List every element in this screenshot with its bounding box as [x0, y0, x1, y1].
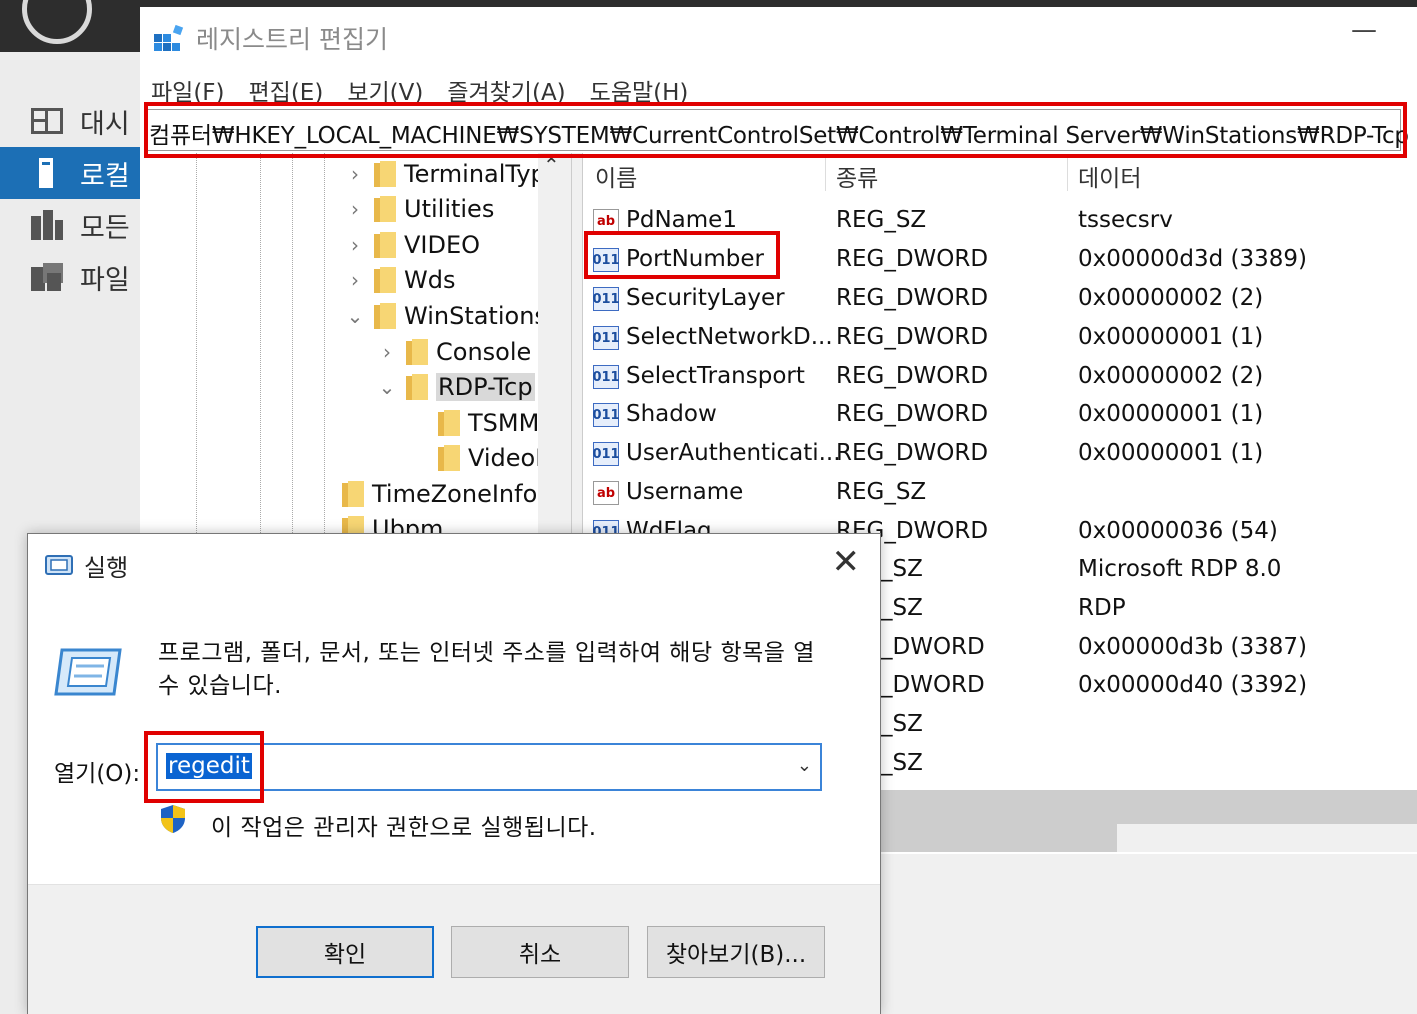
collapse-icon[interactable]: ⌄: [374, 375, 400, 399]
expand-icon[interactable]: ›: [342, 233, 368, 257]
list-item[interactable]: 011 SelectTransport REG_DWORD 0x00000002…: [583, 358, 1417, 396]
binary-value-icon: 011: [592, 403, 620, 427]
binary-value-icon: 011: [592, 326, 620, 350]
shield-icon: [161, 805, 185, 833]
list-item[interactable]: ab Username REG_SZ: [583, 474, 1417, 512]
tree-node[interactable]: TimeZoneInformation: [310, 476, 571, 512]
binary-value-icon: 011: [592, 365, 620, 389]
tree-node[interactable]: › Utilities: [342, 191, 494, 227]
binary-value-icon: 011: [592, 287, 620, 311]
tree-node[interactable]: › TerminalTyp: [342, 156, 546, 192]
column-separator[interactable]: [1067, 157, 1068, 191]
tree-node[interactable]: ⌄ WinStations: [342, 298, 547, 334]
open-input[interactable]: regedit ⌄: [156, 743, 822, 791]
sidebar-item-label: 파일: [80, 264, 130, 296]
scroll-up-icon[interactable]: ⌃: [543, 153, 560, 177]
menu-bar: 파일(F) 편집(E) 보기(V) 즐겨찾기(A) 도움말(H): [140, 69, 1417, 107]
folder-icon: [374, 161, 396, 187]
dialog-footer: 확인 취소 찾아보기(B)...: [28, 884, 880, 1014]
dialog-title: 실행: [84, 554, 129, 582]
sidebar-item-label: 대시: [80, 108, 130, 140]
column-type[interactable]: 종류: [836, 159, 878, 193]
sidebar-item-files[interactable]: 파일: [0, 251, 140, 303]
folder-icon: [342, 481, 364, 507]
admin-note: 이 작업은 관리자 권한으로 실행됩니다.: [211, 815, 597, 841]
tree-guide: [196, 153, 197, 543]
address-bar[interactable]: 컴퓨터₩HKEY_LOCAL_MACHINE₩SYSTEM₩CurrentCon…: [146, 109, 1409, 151]
back-icon: [22, 0, 92, 44]
list-header: 이름 종류 데이터: [583, 153, 1417, 193]
run-program-icon: [54, 648, 122, 696]
open-input-value[interactable]: regedit: [166, 753, 252, 779]
expand-icon[interactable]: ›: [342, 162, 368, 186]
sidebar-item-label: 모든: [80, 212, 130, 244]
window-title: 레지스트리 편집기: [196, 25, 388, 54]
title-bar: 레지스트리 편집기 —: [140, 7, 1417, 69]
list-item[interactable]: 011 SecurityLayer REG_DWORD 0x00000002 (…: [583, 280, 1417, 318]
registry-editor-icon: [154, 24, 184, 51]
binary-value-icon: 011: [592, 248, 620, 272]
run-icon: [45, 555, 73, 575]
list-item[interactable]: 011 Shadow REG_DWORD 0x00000001 (1): [583, 396, 1417, 434]
folder-icon: [374, 267, 396, 293]
dialog-title-bar: 실행 ✕: [28, 534, 880, 594]
expand-icon[interactable]: ›: [374, 340, 400, 364]
column-separator[interactable]: [825, 157, 826, 191]
tree-node[interactable]: › Wds: [342, 262, 455, 298]
column-name[interactable]: 이름: [595, 159, 637, 193]
browse-button[interactable]: 찾아보기(B)...: [647, 926, 825, 978]
tree-guide: [292, 153, 293, 543]
binary-value-icon: 011: [592, 442, 620, 466]
sidebar-item-label: 로컬: [80, 160, 130, 192]
menu-help[interactable]: 도움말(H): [590, 69, 689, 107]
string-value-icon: ab: [593, 209, 619, 233]
sidebar-item-local[interactable]: 로컬: [0, 147, 140, 199]
chevron-down-icon[interactable]: ⌄: [797, 755, 812, 776]
minimize-button[interactable]: —: [1351, 15, 1377, 45]
menu-view[interactable]: 보기(V): [347, 69, 423, 107]
menu-edit[interactable]: 편집(E): [249, 69, 324, 107]
status-area: [880, 854, 1417, 1014]
scrollbar-thumb[interactable]: [880, 824, 1117, 852]
folder-open-icon: [406, 374, 428, 400]
expand-icon[interactable]: ›: [342, 268, 368, 292]
folder-icon: [438, 445, 460, 471]
tree-scrollbar[interactable]: ⌃: [538, 153, 571, 543]
file-services-icon: [30, 263, 64, 291]
pane-splitter[interactable]: [571, 153, 583, 543]
string-value-icon: ab: [593, 481, 619, 505]
tree-node[interactable]: › Console: [374, 334, 531, 370]
registry-tree: › TerminalTyp › Utilities › VIDEO › Wds …: [140, 153, 571, 543]
expand-icon[interactable]: ›: [342, 197, 368, 221]
servers-icon: [30, 210, 64, 240]
column-data[interactable]: 데이터: [1078, 159, 1141, 193]
folder-icon: [374, 232, 396, 258]
menu-file[interactable]: 파일(F): [151, 69, 225, 107]
list-item[interactable]: 011 PortNumber REG_DWORD 0x00000d3d (338…: [583, 241, 1417, 279]
address-path: 컴퓨터₩HKEY_LOCAL_MACHINE₩SYSTEM₩CurrentCon…: [149, 123, 1409, 149]
folder-icon: [406, 339, 428, 365]
tree-guide: [260, 153, 261, 543]
menu-favorites[interactable]: 즐겨찾기(A): [447, 69, 565, 107]
cancel-button[interactable]: 취소: [451, 926, 629, 978]
run-dialog: 실행 ✕ 프로그램, 폴더, 문서, 또는 인터넷 주소를 입력하여 해당 항목…: [27, 533, 881, 1014]
close-button[interactable]: ✕: [832, 542, 861, 582]
folder-icon: [374, 196, 396, 222]
horizontal-scrollbar[interactable]: [880, 790, 1417, 852]
sidebar-item-dashboard[interactable]: 대시: [0, 95, 140, 147]
list-item[interactable]: 011 SelectNetworkD... REG_DWORD 0x000000…: [583, 319, 1417, 357]
list-item[interactable]: ab PdName1 REG_SZ tssecsrv: [583, 202, 1417, 240]
sidebar-item-all[interactable]: 모든: [0, 199, 140, 251]
ok-button[interactable]: 확인: [256, 926, 434, 978]
tree-node[interactable]: › VIDEO: [342, 227, 480, 263]
tree-node-selected[interactable]: ⌄ RDP-Tcp: [374, 369, 535, 405]
collapse-icon[interactable]: ⌄: [342, 304, 368, 328]
folder-icon: [438, 410, 460, 436]
dashboard-icon: [30, 107, 64, 135]
dialog-description: 프로그램, 폴더, 문서, 또는 인터넷 주소를 입력하여 해당 항목을 열 수…: [158, 640, 815, 699]
list-item[interactable]: 011 UserAuthenticati... REG_DWORD 0x0000…: [583, 435, 1417, 473]
open-label: 열기(O):: [54, 761, 141, 787]
folder-icon: [374, 303, 396, 329]
server-icon: [30, 158, 64, 188]
